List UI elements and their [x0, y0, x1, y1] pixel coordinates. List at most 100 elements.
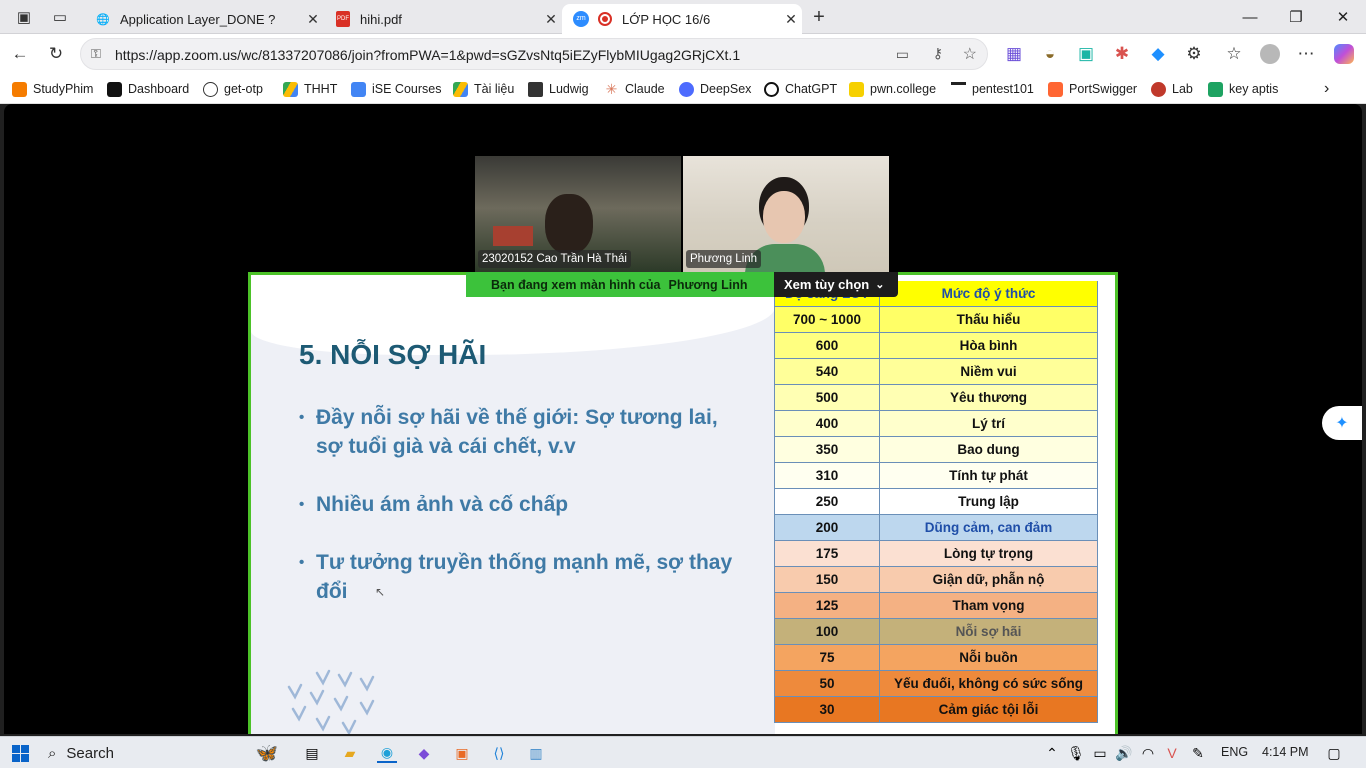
extensions-puzzle-icon[interactable]: ⚙: [1182, 42, 1206, 66]
bookmark-chatgpt[interactable]: ChatGPT: [764, 80, 837, 98]
clock[interactable]: 4:14 PM: [1262, 745, 1309, 759]
cell-lot-value: 30: [774, 697, 880, 722]
table-row: 50 Yếu đuối, không có sức sống: [774, 671, 1098, 697]
bookmark-lab[interactable]: Lab: [1151, 80, 1193, 98]
cell-consciousness-level: Hòa bình: [880, 333, 1098, 358]
file-explorer-icon[interactable]: ▰: [340, 743, 360, 763]
copilot-icon[interactable]: [1332, 42, 1356, 66]
tab-lop-hoc[interactable]: zm LỚP HỌC 16/6 ✕: [562, 4, 802, 34]
more-menu-icon[interactable]: ⋯: [1294, 42, 1318, 66]
extension-bug-icon[interactable]: ✱: [1110, 42, 1134, 66]
close-window-icon[interactable]: ✕: [1320, 0, 1366, 34]
cell-consciousness-level: Giận dữ, phẫn nộ: [880, 567, 1098, 592]
tab-actions-icon[interactable]: ▭: [50, 7, 70, 27]
butterfly-widget-icon[interactable]: 🦋: [247, 743, 287, 763]
cell-consciousness-level: Yếu đuối, không có sức sống: [880, 671, 1098, 696]
sparkle-assist-icon[interactable]: ✦: [1322, 406, 1362, 440]
cell-consciousness-level: Nỗi buồn: [880, 645, 1098, 670]
close-icon[interactable]: ✕: [302, 11, 324, 28]
extension-drop-icon[interactable]: ◆: [1146, 42, 1170, 66]
show-hidden-icons-icon[interactable]: ⌃: [1042, 743, 1062, 763]
bookmark-tai-lieu[interactable]: Tài liệu: [453, 80, 514, 98]
participant-video-1[interactable]: 23020152 Cao Trần Hà Thái: [475, 156, 681, 272]
cell-lot-value: 310: [774, 463, 880, 488]
bookmark-portswigger[interactable]: PortSwigger: [1048, 80, 1137, 98]
camera-icon[interactable]: ▭: [896, 46, 909, 63]
extension-teal-icon[interactable]: ▣: [1074, 42, 1098, 66]
table-row: 75 Nỗi buồn: [774, 645, 1098, 671]
windows-start-icon[interactable]: [10, 743, 30, 763]
cell-consciousness-level: Lòng tự trọng: [880, 541, 1098, 566]
app-purple-icon[interactable]: ◆: [414, 743, 434, 763]
bookmark-pwn-college[interactable]: pwn.college: [849, 80, 936, 98]
cell-consciousness-level: Trung lập: [880, 489, 1098, 514]
language-indicator[interactable]: ENG: [1221, 745, 1248, 759]
volume-icon[interactable]: 🔊: [1114, 743, 1134, 763]
zoom-icon: zm: [572, 10, 590, 28]
task-view-icon[interactable]: ▤: [302, 743, 322, 763]
app-orange-icon[interactable]: ▣: [452, 743, 472, 763]
close-icon[interactable]: ✕: [540, 11, 562, 28]
cell-lot-value: 350: [774, 437, 880, 462]
bookmark-studyphim[interactable]: StudyPhim: [12, 80, 93, 98]
url-field[interactable]: ⚿ https://app.zoom.us/wc/81337207086/joi…: [80, 38, 988, 70]
bookmarks-more-icon[interactable]: ›: [1324, 80, 1329, 98]
bookmark-deepsex[interactable]: DeepSex: [679, 80, 751, 98]
bookmark-key-aptis[interactable]: key aptis: [1208, 80, 1278, 98]
bookmark-get-otp[interactable]: get-otp: [203, 80, 263, 98]
bookmark-ludwig[interactable]: Ludwig: [528, 80, 589, 98]
globe-icon: 🌐: [96, 13, 110, 26]
extension-cup-icon[interactable]: ◒: [1038, 42, 1062, 66]
close-icon[interactable]: ✕: [780, 11, 802, 28]
portswigger-icon: [1048, 81, 1063, 97]
restore-icon[interactable]: ❐: [1273, 0, 1319, 34]
participant-silhouette: [545, 194, 593, 254]
table-row: 150 Giận dữ, phẫn nộ: [774, 567, 1098, 593]
site-info-icon[interactable]: ⚿: [91, 46, 101, 62]
key-icon[interactable]: ⚷: [933, 45, 943, 62]
refresh-icon[interactable]: ↻: [44, 42, 68, 66]
cell-lot-value: 75: [774, 645, 880, 670]
favorites-icon[interactable]: ☆: [1222, 42, 1246, 66]
tab-application-layer[interactable]: 🌐 Application Layer_DONE ? ✕: [84, 4, 324, 34]
edge-browser-icon[interactable]: ◉: [377, 743, 397, 763]
back-icon[interactable]: ←: [8, 42, 32, 66]
bullet-icon: •: [299, 409, 305, 426]
bookmark-claude[interactable]: ✳ Claude: [604, 80, 665, 98]
app-v-icon[interactable]: V: [1162, 743, 1182, 763]
bookmark-dashboard[interactable]: Dashboard: [107, 80, 189, 98]
cell-consciousness-level: Nỗi sợ hãi: [880, 619, 1098, 644]
cell-consciousness-level: Thấu hiểu: [880, 307, 1098, 332]
minimize-icon[interactable]: —: [1227, 0, 1273, 34]
notepad-icon[interactable]: ▥: [526, 743, 546, 763]
drive-icon: [453, 81, 468, 97]
tab-hihi-pdf[interactable]: PDF hihi.pdf ✕: [324, 4, 562, 34]
bullet-icon: •: [299, 496, 305, 513]
battery-icon[interactable]: ▭: [1090, 743, 1110, 763]
claude-icon: ✳: [605, 80, 618, 97]
profile-avatar[interactable]: [1258, 42, 1282, 66]
bookmark-pentest101[interactable]: pentest101: [951, 80, 1034, 98]
extension-grid-icon[interactable]: ▦: [1002, 42, 1026, 66]
workspaces-icon[interactable]: ▣: [14, 7, 34, 27]
view-options-button[interactable]: Xem tùy chọn ⌄: [774, 272, 898, 297]
taskbar: ⌕ Search 🦋 ▤ ▰ ◉ ◆ ▣ ⟨⟩ ▥ ⌃ 🎙 ▭ 🔊 ◠ V ✎ …: [0, 736, 1366, 768]
table-row: 700 ~ 1000 Thấu hiểu: [774, 307, 1098, 333]
favorite-star-icon[interactable]: ☆: [963, 44, 977, 64]
cell-lot-value: 175: [774, 541, 880, 566]
mouse-cursor-icon: ↖: [375, 585, 386, 599]
notifications-icon[interactable]: ▢: [1324, 743, 1344, 763]
play-icon: [12, 81, 27, 97]
new-tab-icon[interactable]: +: [809, 6, 829, 28]
pen-icon[interactable]: ✎: [1188, 743, 1208, 763]
chatgpt-icon: [764, 81, 779, 97]
participant-video-2[interactable]: Phương Linh: [683, 156, 889, 272]
cell-lot-value: 700 ~ 1000: [774, 307, 880, 332]
bookmark-thht[interactable]: THHT: [283, 80, 337, 98]
wifi-icon[interactable]: ◠: [1138, 743, 1158, 763]
microphone-icon[interactable]: 🎙: [1066, 743, 1086, 763]
cell-consciousness-level: Tính tự phát: [880, 463, 1098, 488]
bookmark-ise-courses[interactable]: iSE Courses: [351, 80, 441, 98]
taskbar-search[interactable]: ⌕ Search: [42, 740, 242, 766]
vscode-icon[interactable]: ⟨⟩: [489, 743, 509, 763]
